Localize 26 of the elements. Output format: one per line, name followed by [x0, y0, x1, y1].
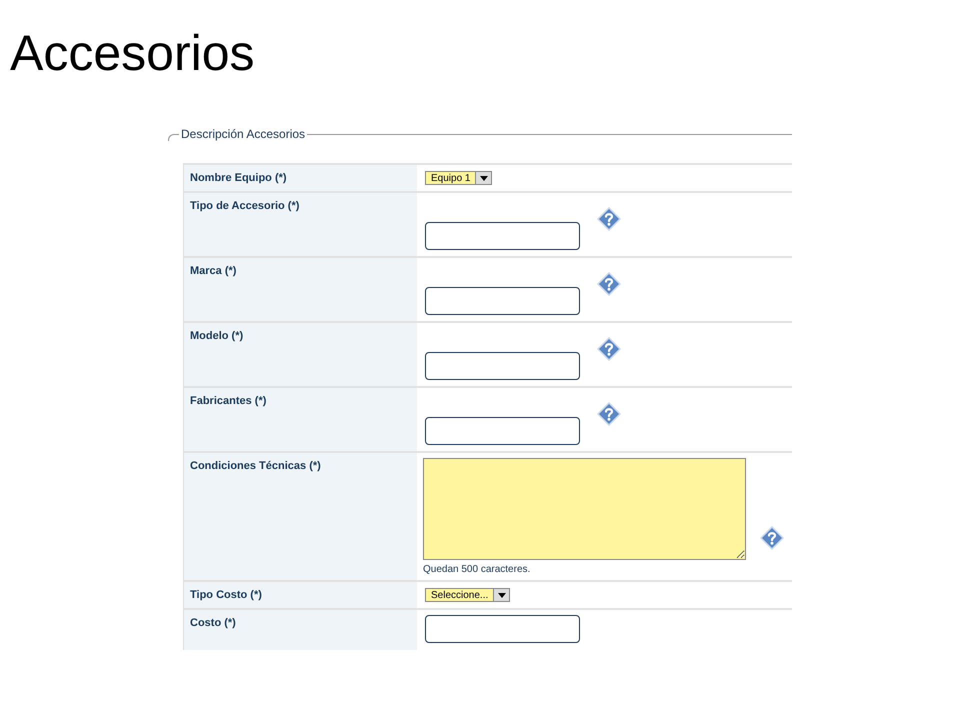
text-area[interactable]: [423, 458, 746, 560]
input-field[interactable]: [425, 417, 580, 445]
help-icon[interactable]: [760, 526, 784, 550]
help-icon[interactable]: [597, 402, 621, 426]
input-field[interactable]: [425, 222, 580, 250]
field-label: Tipo de Accesorio (*): [190, 200, 300, 212]
help-icon[interactable]: [597, 207, 621, 231]
dropdown[interactable]: Seleccione...: [425, 588, 510, 602]
field-label: Costo (*): [190, 617, 236, 629]
field-label: Condiciones Técnicas (*): [190, 460, 321, 472]
help-icon[interactable]: [597, 272, 621, 296]
dropdown[interactable]: Equipo 1: [425, 171, 492, 185]
field-label: Marca (*): [190, 265, 236, 277]
help-icon[interactable]: [597, 337, 621, 361]
field-label: Tipo Costo (*): [190, 589, 262, 601]
input-field[interactable]: [425, 352, 580, 380]
input-field[interactable]: [425, 615, 580, 643]
caret-icon: [480, 176, 488, 180]
field-label: Modelo (*): [190, 330, 244, 342]
input-field[interactable]: [425, 287, 580, 315]
fieldset-legend: Descripción Accesorios: [179, 127, 308, 141]
character-counter: Quedan 500 caracteres.: [423, 564, 532, 575]
slide-title: Accesorios: [10, 26, 255, 81]
field-label: Fabricantes (*): [190, 395, 266, 407]
caret-icon: [498, 592, 506, 598]
field-label: Nombre Equipo (*): [190, 172, 287, 184]
